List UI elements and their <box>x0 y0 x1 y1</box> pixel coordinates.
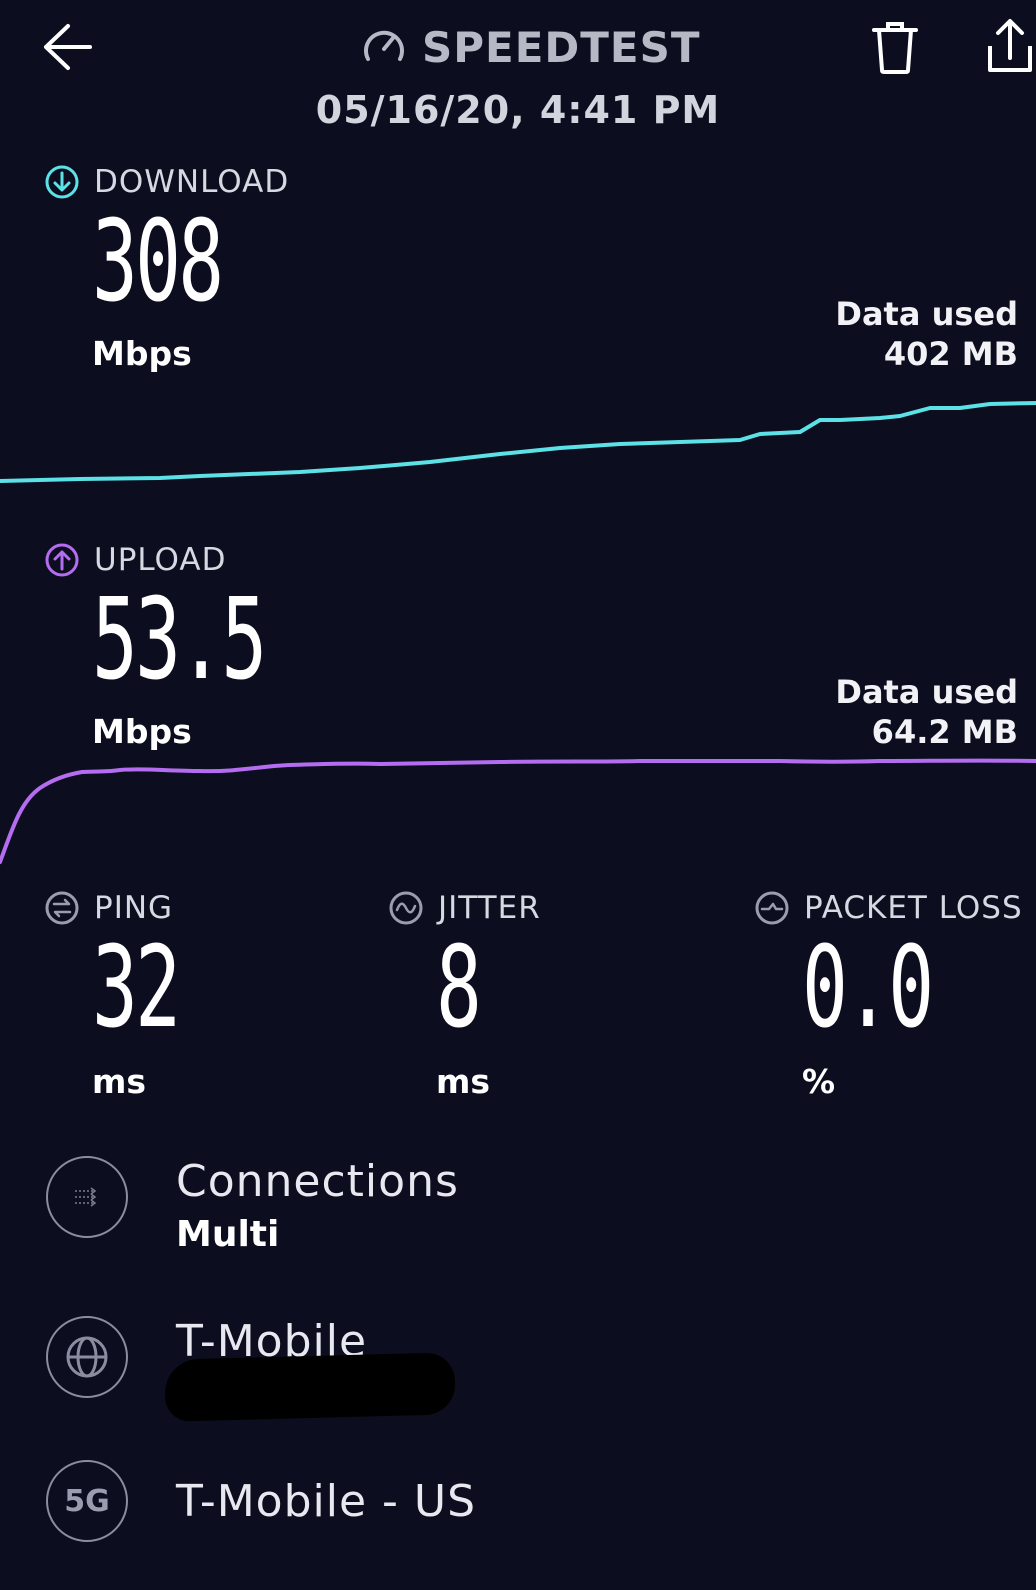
upload-label: UPLOAD <box>44 542 226 578</box>
download-data-used: Data used 402 MB <box>835 294 1018 374</box>
connections-icon-circle <box>46 1156 128 1238</box>
packet-loss-unit: % <box>802 1062 836 1101</box>
packet-loss-label: PACKET LOSS <box>754 890 1023 926</box>
globe-icon <box>66 1336 108 1378</box>
ping-unit: ms <box>92 1062 147 1101</box>
test-timestamp: 05/16/20, 4:41 PM <box>315 88 721 132</box>
download-label: DOWNLOAD <box>44 164 289 200</box>
packet-loss-value: 0.0 <box>802 923 934 1053</box>
download-label-text: DOWNLOAD <box>94 164 290 200</box>
upload-speed-value: 53.5 <box>92 575 267 705</box>
ping-value: 32 <box>92 923 181 1053</box>
ping-icon <box>45 891 79 925</box>
trash-icon <box>872 22 918 74</box>
redaction-mark <box>164 1352 456 1422</box>
upload-data-used-label: Data used <box>835 673 1018 711</box>
ping-label-text: PING <box>94 890 174 926</box>
jitter-icon <box>389 891 423 925</box>
upload-graph <box>0 758 1036 864</box>
speedometer-icon <box>364 30 404 61</box>
app-title-text: SPEEDTEST <box>422 22 701 72</box>
download-unit: Mbps <box>92 334 192 373</box>
upload-data-used: Data used 64.2 MB <box>835 672 1018 752</box>
back-button[interactable] <box>40 22 96 72</box>
isp-icon-circle <box>46 1316 128 1398</box>
server-badge-circle: 5G <box>46 1460 128 1542</box>
share-icon <box>988 19 1032 72</box>
server-name: T-Mobile - US <box>176 1476 477 1527</box>
upload-label-text: UPLOAD <box>94 542 227 578</box>
connections-title: Connections <box>176 1156 459 1207</box>
download-data-used-label: Data used <box>835 295 1018 333</box>
app-title: SPEEDTEST <box>360 20 701 74</box>
connections-icon <box>75 1187 97 1207</box>
upload-unit: Mbps <box>92 712 192 751</box>
jitter-label-text: JITTER <box>438 890 541 926</box>
upload-arrow-icon <box>45 543 79 577</box>
upload-data-used-value: 64.2 MB <box>871 713 1018 751</box>
packet-loss-icon <box>755 891 789 925</box>
jitter-value: 8 <box>436 923 482 1053</box>
connections-value: Multi <box>176 1214 280 1255</box>
download-data-used-value: 402 MB <box>883 335 1018 373</box>
download-graph <box>0 401 1036 483</box>
packet-loss-label-text: PACKET LOSS <box>804 890 1023 926</box>
ping-label: PING <box>44 890 173 926</box>
jitter-label: JITTER <box>388 890 541 926</box>
share-button[interactable] <box>984 18 1036 76</box>
download-arrow-icon <box>45 165 79 199</box>
download-speed-value: 308 <box>92 197 224 327</box>
upload-graph-line <box>0 758 1036 864</box>
back-arrow-icon <box>44 24 92 70</box>
delete-button[interactable] <box>870 20 920 76</box>
download-graph-line <box>0 401 1036 483</box>
network-5g-badge: 5G <box>64 1483 110 1519</box>
jitter-unit: ms <box>436 1062 491 1101</box>
